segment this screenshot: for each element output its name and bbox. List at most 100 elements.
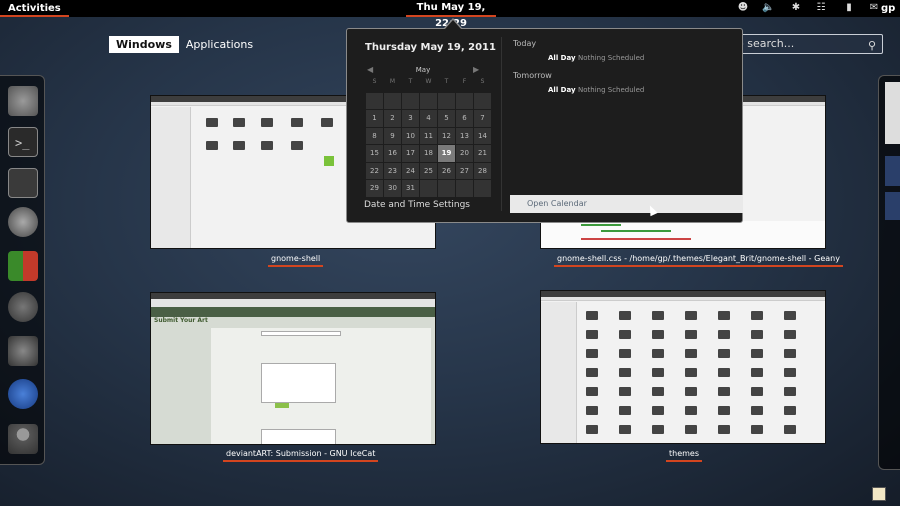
folder-icon [652, 330, 664, 339]
chat-icon[interactable]: ✉ [868, 2, 880, 14]
weekday-label: S [372, 78, 377, 85]
folder-icon [784, 425, 796, 434]
calendar-day[interactable]: 12 [438, 127, 455, 144]
folder-icon [586, 425, 598, 434]
window-caption[interactable]: gnome-shell.css - /home/gp/.themes/Elega… [554, 253, 843, 267]
folder-icon [619, 368, 631, 377]
icecat-icon[interactable] [8, 379, 38, 409]
folder-icon [652, 387, 664, 396]
calendar-day[interactable]: 29 [366, 180, 383, 197]
folder-icon [652, 311, 664, 320]
page-title: Submit Your Art [154, 317, 208, 324]
gnome-foot-icon[interactable] [8, 207, 38, 237]
calendar-day[interactable]: 8 [366, 127, 383, 144]
calendar-day[interactable]: 3 [402, 110, 419, 127]
date-time-settings-button[interactable]: Date and Time Settings [364, 200, 470, 210]
folder-icon [652, 425, 664, 434]
calendar-day[interactable]: 26 [438, 162, 455, 179]
calendar-day[interactable]: 25 [420, 162, 437, 179]
system-monitor-icon[interactable] [8, 168, 38, 198]
folder-icon [751, 406, 763, 415]
folder-icon [652, 406, 664, 415]
window-caption[interactable]: themes [666, 448, 703, 462]
folder-icon [619, 349, 631, 358]
folder-icon [619, 311, 631, 320]
tab-windows[interactable]: Windows [109, 36, 179, 53]
volume-icon[interactable]: 🔈 [762, 2, 774, 14]
folder-icon [718, 406, 730, 415]
package-icon[interactable] [8, 251, 38, 281]
calendar-day[interactable]: 16 [384, 145, 401, 162]
accessibility-icon[interactable]: ☻ [737, 2, 749, 14]
power-icon[interactable]: ▮ [843, 2, 855, 14]
calendar-day[interactable]: 30 [384, 180, 401, 197]
user-icon[interactable] [8, 424, 38, 454]
folder-icon [586, 406, 598, 415]
folder-icon [784, 387, 796, 396]
clock-button[interactable]: Thu May 19, 22:29 [406, 0, 496, 29]
calendar-day-empty [420, 92, 437, 109]
bluetooth-icon[interactable]: ✱ [790, 2, 802, 14]
calendar-day[interactable]: 11 [420, 127, 437, 144]
folder-icon [784, 406, 796, 415]
calendar-day[interactable]: 21 [474, 145, 491, 162]
folder-icon [685, 349, 697, 358]
search-input[interactable]: o search... ⚲ [722, 34, 883, 54]
calendar-day[interactable]: 9 [384, 127, 401, 144]
event-text: Nothing Scheduled [578, 54, 645, 62]
calendar-day[interactable]: 6 [456, 110, 473, 127]
window-thumbnail-icecat[interactable]: Submit Your Art [150, 292, 436, 445]
workspace-switcher[interactable] [878, 75, 900, 470]
folder-icon [652, 349, 664, 358]
calendar-day[interactable]: 28 [474, 162, 491, 179]
folder-icon [718, 311, 730, 320]
calendar-day[interactable]: 31 [402, 180, 419, 197]
workspace-thumbnail[interactable] [885, 82, 900, 144]
activities-button[interactable]: Activities [0, 0, 69, 17]
folder-icon [652, 368, 664, 377]
calendar-day[interactable]: 18 [420, 145, 437, 162]
calendar-day[interactable]: 10 [402, 127, 419, 144]
calendar-day-empty [438, 180, 455, 197]
search-placeholder: o search... [737, 37, 795, 50]
gimp-icon[interactable] [8, 86, 38, 116]
folder-icon [718, 368, 730, 377]
tab-applications[interactable]: Applications [179, 36, 260, 53]
calendar-grid: S M T W T F S 1 2 3 4 5 6 7 8 9 10 11 12 13 14 15 16 17 18 19 20 21… [366, 75, 491, 197]
calendar-day[interactable]: 27 [456, 162, 473, 179]
refresh-icon[interactable] [8, 292, 38, 322]
calendar-day[interactable]: 23 [384, 162, 401, 179]
folder-icon [751, 349, 763, 358]
folder-icon [619, 406, 631, 415]
folder-icon [718, 349, 730, 358]
calendar-day-empty [438, 92, 455, 109]
calendar-day[interactable]: 1 [366, 110, 383, 127]
user-menu[interactable]: gp [881, 0, 895, 17]
window-caption[interactable]: gnome-shell [268, 253, 324, 267]
popup-arrow-inner [445, 20, 461, 29]
network-icon[interactable]: ☷ [815, 2, 827, 14]
calendar-day[interactable]: 22 [366, 162, 383, 179]
folder-icon [718, 387, 730, 396]
calendar-day-empty [474, 92, 491, 109]
window-thumbnail-themes[interactable] [540, 290, 826, 444]
terminal-icon[interactable]: >_ [8, 127, 38, 157]
open-calendar-button[interactable]: Open Calendar [510, 195, 743, 213]
calendar-day[interactable]: 15 [366, 145, 383, 162]
window-caption[interactable]: deviantART: Submission - GNU IceCat [223, 448, 379, 462]
calendar-day[interactable]: 4 [420, 110, 437, 127]
weekday-label: T [444, 78, 449, 85]
calendar-day[interactable]: 7 [474, 110, 491, 127]
calendar-day[interactable]: 5 [438, 110, 455, 127]
email-icon[interactable] [8, 336, 38, 366]
message-tray-icon[interactable] [872, 487, 886, 501]
calendar-day[interactable]: 24 [402, 162, 419, 179]
calendar-day[interactable]: 13 [456, 127, 473, 144]
calendar-day-empty [456, 92, 473, 109]
folder-icon [685, 406, 697, 415]
calendar-day[interactable]: 14 [474, 127, 491, 144]
calendar-day[interactable]: 2 [384, 110, 401, 127]
calendar-day[interactable]: 20 [456, 145, 473, 162]
calendar-day[interactable]: 19 [438, 145, 455, 162]
calendar-day[interactable]: 17 [402, 145, 419, 162]
